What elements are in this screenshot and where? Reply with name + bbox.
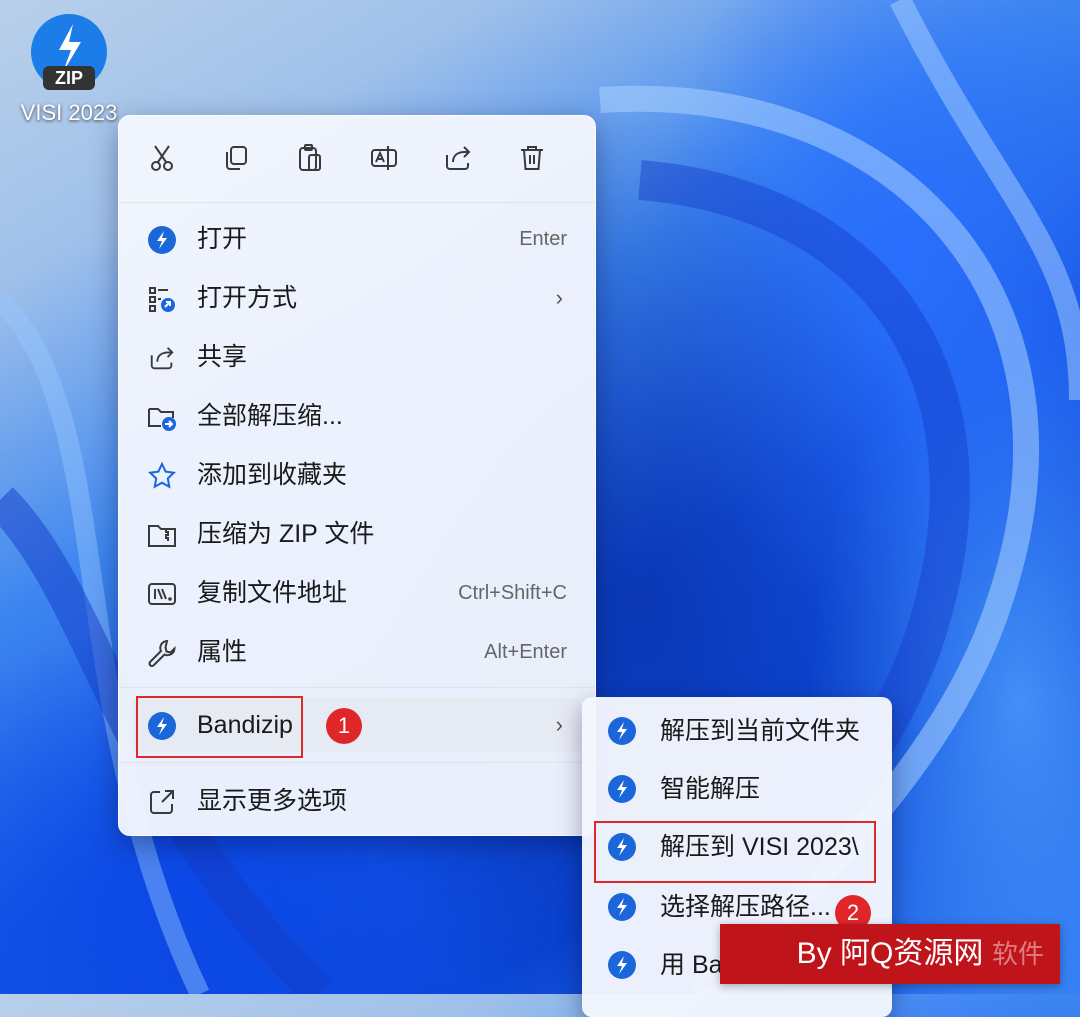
shortcut-text: Alt+Enter bbox=[484, 641, 567, 663]
chevron-right-icon: › bbox=[555, 285, 563, 310]
zip-badge-text: ZIP bbox=[54, 68, 83, 88]
chevron-right-icon: › bbox=[555, 712, 563, 737]
menu-divider bbox=[119, 762, 595, 763]
shortcut-text: Ctrl+Shift+C bbox=[458, 582, 567, 604]
bandizip-icon bbox=[608, 893, 636, 921]
cut-button[interactable] bbox=[142, 138, 182, 178]
paste-icon bbox=[299, 144, 321, 171]
bandizip-icon bbox=[608, 775, 636, 803]
cut-icon bbox=[151, 145, 173, 171]
bandizip-icon bbox=[608, 717, 636, 745]
menu-item-label: 复制文件地址 bbox=[197, 579, 348, 607]
bandizip-icon bbox=[608, 951, 636, 979]
submenu-item-smart-extract[interactable]: 智能解压 bbox=[594, 761, 878, 817]
submenu-item-extract-here[interactable]: 解压到当前文件夹 bbox=[594, 703, 878, 759]
step-badge-1: 1 bbox=[326, 708, 362, 744]
shortcut-text: Enter bbox=[519, 228, 567, 250]
star-icon bbox=[147, 461, 177, 491]
menu-item-label: 共享 bbox=[197, 343, 248, 371]
context-toolbar bbox=[119, 116, 595, 202]
delete-icon bbox=[521, 146, 543, 170]
wrench-icon bbox=[147, 638, 177, 668]
share-button[interactable] bbox=[438, 138, 478, 178]
copy-path-icon bbox=[147, 579, 177, 609]
bandizip-icon bbox=[147, 225, 177, 255]
menu-item-label: 打开方式 bbox=[197, 284, 298, 312]
paste-button[interactable] bbox=[290, 138, 330, 178]
extract-folder-icon bbox=[147, 402, 177, 432]
menu-divider bbox=[119, 202, 595, 203]
menu-item-label: 全部解压缩... bbox=[197, 402, 343, 430]
menu-item-add-favorites[interactable]: 添加到收藏夹 bbox=[133, 448, 581, 502]
delete-button[interactable] bbox=[512, 138, 552, 178]
menu-item-open-with[interactable]: 打开方式 › bbox=[133, 271, 581, 325]
submenu-item-label: 解压到当前文件夹 bbox=[660, 717, 861, 745]
menu-item-properties[interactable]: 属性 Alt+Enter bbox=[133, 625, 581, 679]
rename-button[interactable] bbox=[364, 138, 404, 178]
menu-item-label: 属性 bbox=[197, 638, 248, 666]
menu-item-compress-zip[interactable]: 压缩为 ZIP 文件 bbox=[133, 507, 581, 561]
open-with-icon bbox=[147, 284, 177, 314]
watermark: By 阿Q资源网 软件 bbox=[720, 924, 1060, 984]
share-icon bbox=[446, 146, 471, 170]
rename-icon bbox=[371, 146, 397, 170]
watermark-hidden-text: 软件 bbox=[991, 939, 1044, 969]
menu-item-open[interactable]: 打开 Enter bbox=[133, 212, 581, 266]
zip-folder-icon bbox=[147, 520, 177, 550]
menu-item-label: 添加到收藏夹 bbox=[197, 461, 348, 489]
menu-item-label: 打开 bbox=[197, 225, 248, 253]
menu-item-share[interactable]: 共享 bbox=[133, 330, 581, 384]
desktop-file-label: VISI 2023 bbox=[20, 100, 118, 125]
highlight-box-extract-to bbox=[594, 821, 876, 883]
watermark-text: By 阿Q资源网 bbox=[796, 937, 984, 970]
copy-icon bbox=[226, 146, 247, 170]
menu-divider bbox=[119, 687, 595, 688]
menu-item-label: 显示更多选项 bbox=[197, 787, 348, 815]
expand-icon bbox=[147, 787, 177, 817]
desktop-file-icon[interactable]: ZIP VISI 2023 bbox=[14, 12, 124, 126]
menu-item-copy-path[interactable]: 复制文件地址 Ctrl+Shift+C bbox=[133, 566, 581, 620]
menu-item-show-more-options[interactable]: 显示更多选项 bbox=[133, 774, 581, 828]
highlight-box-bandizip bbox=[136, 696, 303, 758]
bandizip-zip-file-icon: ZIP bbox=[29, 12, 109, 92]
share-icon bbox=[147, 343, 177, 373]
submenu-item-label: 智能解压 bbox=[660, 775, 761, 803]
menu-item-extract-all[interactable]: 全部解压缩... bbox=[133, 389, 581, 443]
copy-button[interactable] bbox=[216, 138, 256, 178]
menu-item-label: 压缩为 ZIP 文件 bbox=[197, 520, 375, 548]
